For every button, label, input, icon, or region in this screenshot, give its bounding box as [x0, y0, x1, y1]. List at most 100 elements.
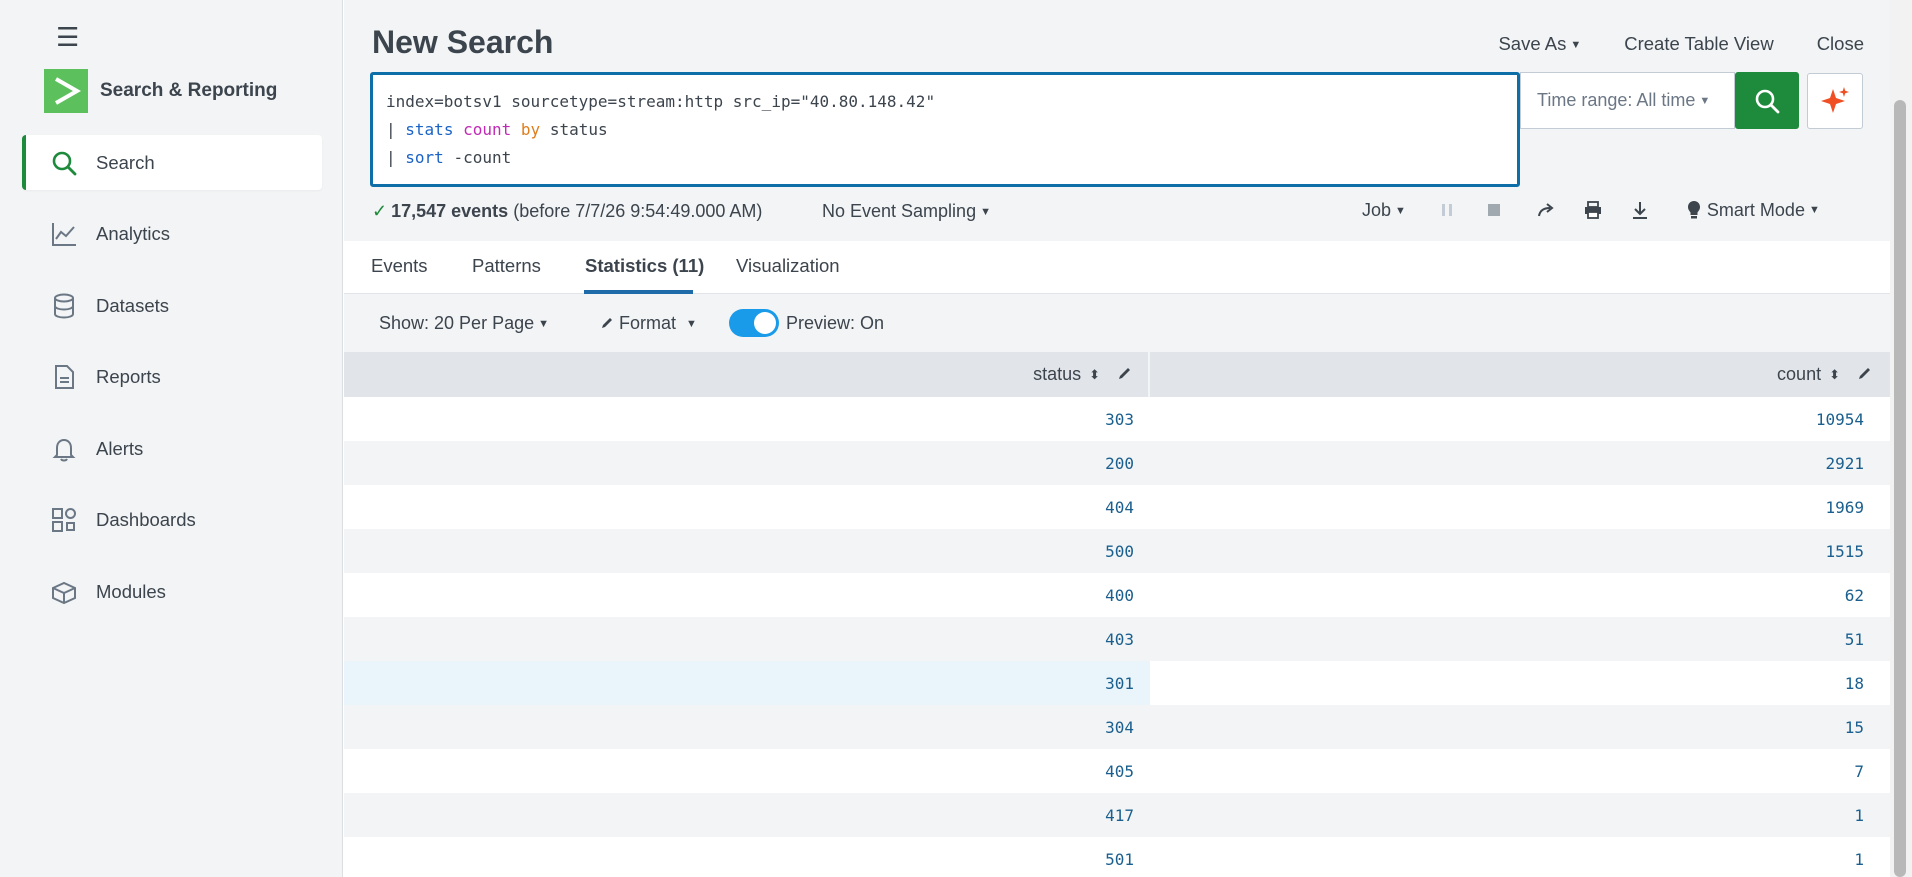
time-range-label: Time range: All time	[1537, 90, 1696, 110]
count-cell[interactable]: 10954	[1150, 397, 1890, 441]
create-table-view-button[interactable]: Create Table View	[1624, 33, 1773, 55]
sidebar-item-label: Alerts	[96, 437, 144, 459]
table-row: 403 51	[344, 617, 1890, 661]
table-row: 400 62	[344, 573, 1890, 617]
table-row: 500 1515	[344, 529, 1890, 573]
download-icon[interactable]	[1629, 199, 1651, 221]
status-cell[interactable]: 500	[344, 529, 1150, 573]
column-header-count[interactable]: count ⬍	[1150, 352, 1890, 397]
format-dropdown[interactable]: Format ▼	[601, 313, 697, 334]
search-icon	[1755, 89, 1780, 113]
tab-visualization[interactable]: Visualization	[736, 255, 840, 277]
count-cell[interactable]: 1	[1150, 793, 1890, 837]
header-actions: Save As ▼ Create Table View Close	[1498, 33, 1864, 55]
search-button[interactable]	[1735, 72, 1799, 129]
query-text: index=botsv1 sourcetype=stream:http src_…	[386, 92, 936, 111]
active-tab-indicator	[584, 290, 693, 294]
scrollbar-thumb[interactable]	[1894, 100, 1906, 877]
event-count: 17,547 events	[391, 201, 509, 221]
pencil-icon[interactable]	[1118, 364, 1132, 385]
sidebar-item-datasets[interactable]: Datasets	[22, 278, 322, 333]
column-header-status[interactable]: status ⬍	[344, 352, 1150, 397]
print-icon[interactable]	[1582, 199, 1604, 221]
job-label: Job	[1362, 199, 1392, 220]
count-cell[interactable]: 7	[1150, 749, 1890, 793]
save-as-label: Save As	[1498, 33, 1567, 54]
status-cell[interactable]: 304	[344, 705, 1150, 749]
caret-down-icon: ▼	[1395, 204, 1406, 217]
sort-icon[interactable]: ⬍	[1089, 367, 1100, 383]
close-button[interactable]: Close	[1817, 33, 1864, 55]
query-field: status	[549, 120, 608, 139]
menu-icon[interactable]: ☰	[56, 24, 79, 50]
status-cell[interactable]: 301	[344, 661, 1150, 705]
bell-icon	[50, 435, 78, 463]
query-pipe: |	[386, 120, 396, 139]
count-cell[interactable]: 15	[1150, 705, 1890, 749]
page-size-dropdown[interactable]: Show: 20 Per Page ▼	[379, 313, 549, 334]
count-cell[interactable]: 2921	[1150, 441, 1890, 485]
pencil-icon[interactable]	[1858, 364, 1872, 385]
save-as-button[interactable]: Save As ▼	[1498, 33, 1581, 55]
time-range-picker[interactable]: Time range: All time ▼	[1520, 72, 1735, 129]
table-row: 405 7	[344, 749, 1890, 793]
table-body: 303 10954 200 2921 404 1969 500 1515 400 62 4…	[344, 397, 1890, 877]
app-logo-icon	[44, 69, 88, 113]
status-cell[interactable]: 501	[344, 837, 1150, 877]
results-tabs: Events Patterns Statistics (11) Visualiz…	[344, 241, 1890, 294]
sidebar-nav: Search Analytics Datasets Reports Alerts	[22, 135, 322, 636]
share-icon[interactable]	[1535, 199, 1557, 221]
search-mode-dropdown[interactable]: Smart Mode ▼	[1687, 200, 1820, 221]
table-header: status ⬍ count ⬍	[344, 352, 1890, 397]
count-cell[interactable]: 62	[1150, 573, 1890, 617]
stop-icon[interactable]	[1483, 199, 1505, 221]
count-cell[interactable]: 1969	[1150, 485, 1890, 529]
query-command: sort	[405, 148, 444, 167]
count-cell[interactable]: 51	[1150, 617, 1890, 661]
main-content: New Search Save As ▼ Create Table View Cl…	[344, 0, 1890, 877]
job-toolbar: Job ▼ Smart Mode ▼	[1362, 199, 1820, 221]
count-cell[interactable]: 1515	[1150, 529, 1890, 573]
status-cell[interactable]: 417	[344, 793, 1150, 837]
caret-down-icon: ▼	[538, 318, 549, 330]
column-title: count	[1777, 364, 1822, 384]
sidebar-item-label: Analytics	[96, 223, 171, 244]
status-cell[interactable]: 303	[344, 397, 1150, 441]
sidebar-item-search[interactable]: Search	[22, 135, 322, 190]
caret-down-icon: ▼	[980, 206, 991, 218]
sidebar-item-modules[interactable]: Modules	[22, 564, 322, 619]
search-time: (before 7/7/26 9:54:49.000 AM)	[513, 201, 763, 221]
status-cell[interactable]: 403	[344, 617, 1150, 661]
sidebar-item-dashboards[interactable]: Dashboards	[22, 493, 322, 548]
sidebar-item-reports[interactable]: Reports	[22, 350, 322, 405]
table-row: 417 1	[344, 793, 1890, 837]
caret-down-icon: ▼	[1570, 39, 1582, 51]
status-cell[interactable]: 404	[344, 485, 1150, 529]
preview-toggle[interactable]	[729, 309, 779, 337]
job-menu[interactable]: Job ▼	[1362, 200, 1406, 221]
caret-down-icon: ▼	[1699, 94, 1711, 107]
ai-assistant-button[interactable]	[1807, 73, 1863, 129]
column-title: status	[1033, 364, 1082, 384]
table-row: 303 10954	[344, 397, 1890, 441]
tab-statistics[interactable]: Statistics (11)	[585, 255, 704, 277]
status-cell[interactable]: 405	[344, 749, 1150, 793]
pause-icon[interactable]	[1436, 199, 1458, 221]
sort-icon[interactable]: ⬍	[1829, 367, 1840, 383]
query-argument: -count	[453, 148, 512, 167]
status-cell[interactable]: 400	[344, 573, 1150, 617]
event-sampling-dropdown[interactable]: No Event Sampling ▼	[822, 201, 991, 222]
query-line-2: | stats count by status	[386, 116, 1504, 144]
app-brand[interactable]: Search & Reporting	[44, 69, 277, 113]
tab-events[interactable]: Events	[371, 255, 428, 277]
table-row: 501 1	[344, 837, 1890, 877]
status-cell[interactable]: 200	[344, 441, 1150, 485]
sidebar-item-analytics[interactable]: Analytics	[22, 207, 322, 262]
search-query-input[interactable]: index=botsv1 sourcetype=stream:http src_…	[370, 72, 1520, 187]
tab-patterns[interactable]: Patterns	[472, 255, 541, 277]
table-row: 200 2921	[344, 441, 1890, 485]
count-cell[interactable]: 1	[1150, 837, 1890, 877]
sidebar-item-alerts[interactable]: Alerts	[22, 421, 322, 476]
sidebar-item-label: Dashboards	[96, 509, 196, 530]
count-cell[interactable]: 18	[1150, 661, 1890, 705]
